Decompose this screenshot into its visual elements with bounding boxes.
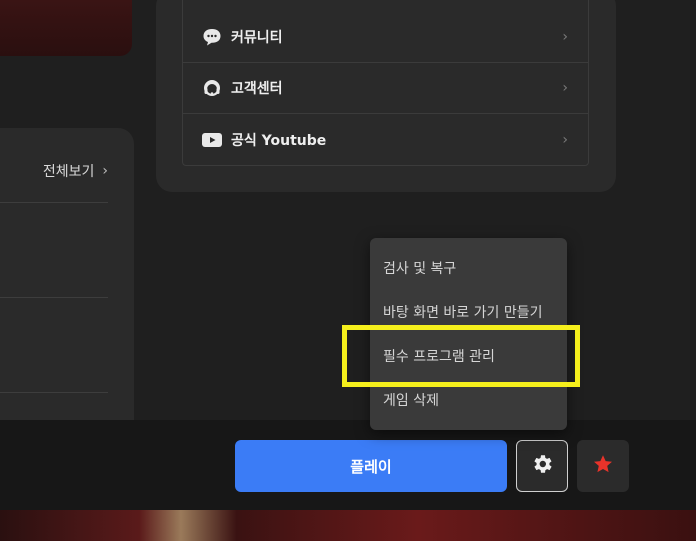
menu-item-label: 검사 및 복구 — [383, 261, 457, 277]
chevron-right-icon: › — [562, 29, 568, 45]
chat-bubble-icon — [201, 26, 223, 48]
favorite-button[interactable] — [577, 440, 629, 492]
banner-image-fragment — [0, 0, 132, 56]
menu-item-required-programs[interactable]: 필수 프로그램 관리 — [370, 334, 567, 378]
key-art-image — [0, 510, 696, 541]
menu-item-repair[interactable]: 검사 및 복구 — [370, 246, 567, 290]
menu-item-desktop-shortcut[interactable]: 바탕 화면 바로 가기 만들기 — [370, 290, 567, 334]
menu-item-label: 바탕 화면 바로 가기 만들기 — [383, 305, 543, 321]
chevron-right-icon: › — [562, 131, 568, 148]
link-youtube[interactable]: 공식 Youtube › — [183, 114, 588, 165]
view-all-link[interactable]: 전체보기 › — [30, 160, 108, 182]
link-label: 커뮤니티 — [231, 30, 283, 46]
play-label: 플레이 — [350, 457, 392, 476]
gear-icon — [530, 452, 554, 480]
chevron-right-icon: › — [102, 163, 108, 179]
headset-icon — [201, 77, 223, 99]
link-label: 고객센터 — [231, 81, 283, 97]
chevron-right-icon: › — [562, 80, 568, 96]
view-all-label: 전체보기 — [42, 164, 95, 180]
youtube-icon — [201, 129, 223, 151]
news-divider — [0, 392, 108, 393]
menu-item-label: 필수 프로그램 관리 — [383, 349, 495, 365]
link-customer-center[interactable]: 고객센터 › — [183, 63, 588, 114]
menu-item-label: 게임 삭제 — [383, 393, 439, 409]
settings-button[interactable] — [516, 440, 568, 492]
link-label: 공식 Youtube — [231, 132, 327, 149]
news-divider — [0, 202, 108, 203]
star-icon — [592, 453, 614, 479]
play-button[interactable]: 플레이 — [235, 440, 507, 492]
news-divider — [0, 297, 108, 298]
link-community[interactable]: 커뮤니티 › — [183, 12, 588, 63]
menu-item-uninstall[interactable]: 게임 삭제 — [370, 378, 567, 422]
